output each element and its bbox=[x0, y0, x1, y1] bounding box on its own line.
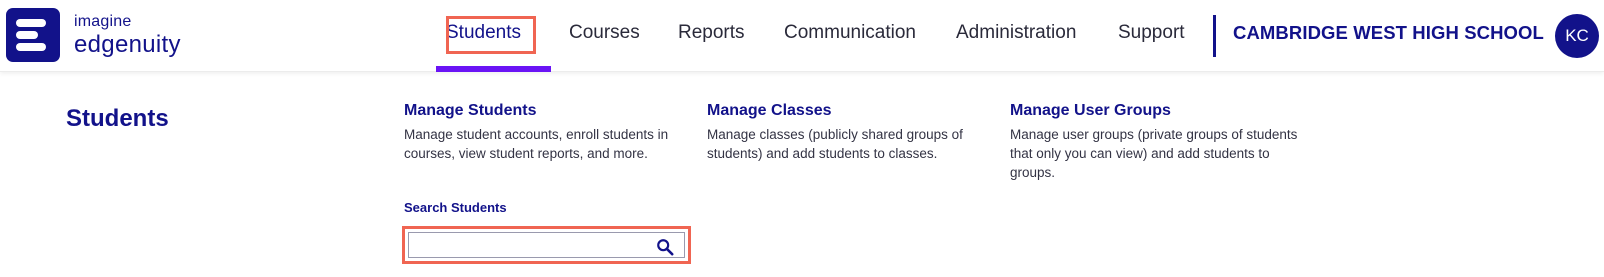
manage-classes-description: Manage classes (publicly shared groups o… bbox=[707, 127, 963, 161]
search-students-highlight bbox=[402, 226, 691, 264]
nav-reports[interactable]: Reports bbox=[678, 22, 745, 44]
manage-students-description: Manage student accounts, enroll students… bbox=[404, 127, 669, 161]
search-icon[interactable] bbox=[656, 238, 674, 256]
panel-title: Students bbox=[66, 105, 169, 132]
card-manage-classes: Manage Classes Manage classes (publicly … bbox=[707, 102, 997, 163]
user-avatar[interactable]: KC bbox=[1555, 14, 1599, 58]
edgenuity-logo[interactable]: imagine edgenuity bbox=[6, 7, 206, 63]
header-divider bbox=[1213, 15, 1216, 57]
manage-students-link[interactable]: Manage Students bbox=[404, 102, 694, 120]
manage-user-groups-description: Manage user groups (private groups of st… bbox=[1010, 127, 1298, 180]
logo-mark-icon bbox=[6, 8, 60, 62]
logo-text-edgenuity: edgenuity bbox=[74, 30, 181, 58]
search-students-label: Search Students bbox=[404, 200, 507, 215]
card-manage-students: Manage Students Manage student accounts,… bbox=[404, 102, 694, 163]
manage-user-groups-link[interactable]: Manage User Groups bbox=[1010, 102, 1300, 120]
active-tab-indicator bbox=[436, 66, 551, 72]
school-name[interactable]: CAMBRIDGE WEST HIGH SCHOOL bbox=[1233, 22, 1544, 44]
top-header: imagine edgenuity Students Courses Repor… bbox=[0, 0, 1604, 72]
card-manage-user-groups: Manage User Groups Manage user groups (p… bbox=[1010, 102, 1300, 182]
logo-text-imagine: imagine bbox=[74, 12, 132, 30]
search-students-input[interactable] bbox=[408, 232, 685, 258]
nav-courses[interactable]: Courses bbox=[569, 22, 640, 44]
nav-students[interactable]: Students bbox=[446, 22, 521, 44]
nav-administration[interactable]: Administration bbox=[956, 22, 1076, 44]
nav-communication[interactable]: Communication bbox=[784, 22, 916, 44]
manage-classes-link[interactable]: Manage Classes bbox=[707, 102, 997, 120]
nav-support[interactable]: Support bbox=[1118, 22, 1185, 44]
